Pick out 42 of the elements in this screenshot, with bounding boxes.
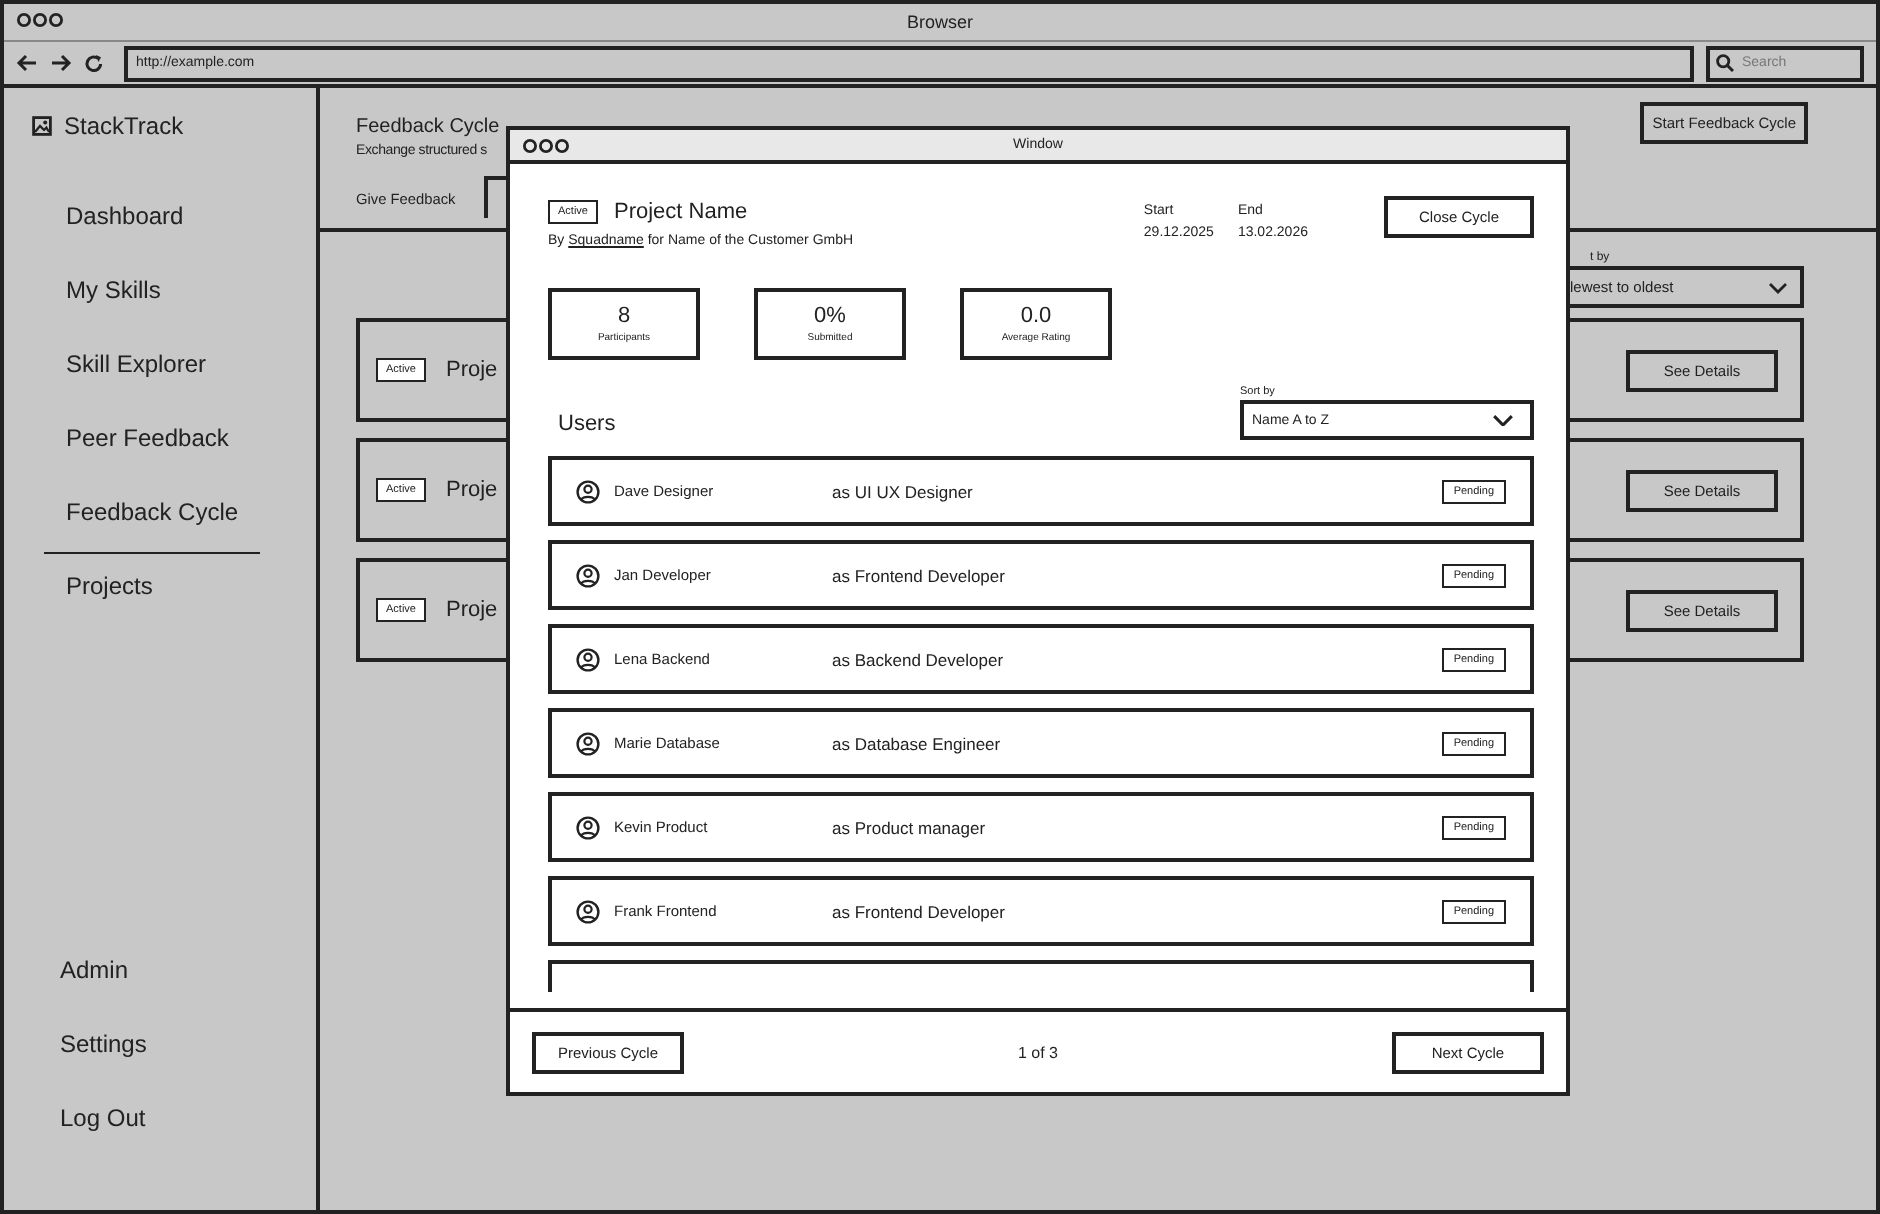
nav-item[interactable]: My Skills xyxy=(44,258,260,332)
back-icon[interactable] xyxy=(16,54,38,72)
search-icon xyxy=(1716,54,1734,72)
project-name: Proje xyxy=(445,358,498,382)
project-name: Proje xyxy=(445,478,498,502)
nav-item[interactable]: Settings xyxy=(4,1030,316,1104)
chevron-down-icon xyxy=(1492,413,1514,427)
nav-item[interactable]: Feedback Cycle xyxy=(44,480,260,554)
project-name: Project Name xyxy=(613,200,748,224)
window-title: Browser xyxy=(906,12,973,32)
forward-icon[interactable] xyxy=(50,54,72,72)
nav-item[interactable]: Admin xyxy=(4,956,316,1030)
nav-item[interactable]: Skill Explorer xyxy=(44,332,260,406)
user-role: as Frontend Developer xyxy=(832,565,1007,585)
page-title: Feedback Cycle xyxy=(356,116,502,138)
user-role: as Database Engineer xyxy=(832,733,1003,753)
users-heading: Users xyxy=(558,412,616,436)
stat-value: 0% xyxy=(814,304,846,328)
user-role: as UI UX Designer xyxy=(832,481,975,501)
nav-item[interactable]: Log Out xyxy=(4,1104,316,1178)
chevron-down-icon xyxy=(1768,281,1788,293)
nav-item[interactable]: Peer Feedback xyxy=(44,406,260,480)
stat-value: 8 xyxy=(617,304,631,328)
user-icon xyxy=(576,563,600,587)
brand-name: StackTrack xyxy=(64,112,184,140)
user-icon xyxy=(576,479,600,503)
project-name: Proje xyxy=(445,598,498,622)
user-icon xyxy=(576,731,600,755)
user-icon xyxy=(576,815,600,839)
user-icon xyxy=(576,899,600,923)
nav-item[interactable]: Projects xyxy=(44,554,260,628)
reload-icon[interactable] xyxy=(84,53,104,73)
image-icon xyxy=(32,116,52,136)
window-controls-icon xyxy=(522,138,570,154)
user-role: as Product manager xyxy=(832,817,988,837)
nav-item[interactable]: Dashboard xyxy=(44,184,260,258)
pagination-label: 1 of 3 xyxy=(1017,1043,1058,1061)
user-role: as Frontend Developer xyxy=(832,901,1007,921)
user-icon xyxy=(576,647,600,671)
user-role: as Backend Developer xyxy=(832,649,1006,669)
window-controls-icon xyxy=(16,12,64,28)
stat-value: 0.0 xyxy=(1020,304,1052,328)
